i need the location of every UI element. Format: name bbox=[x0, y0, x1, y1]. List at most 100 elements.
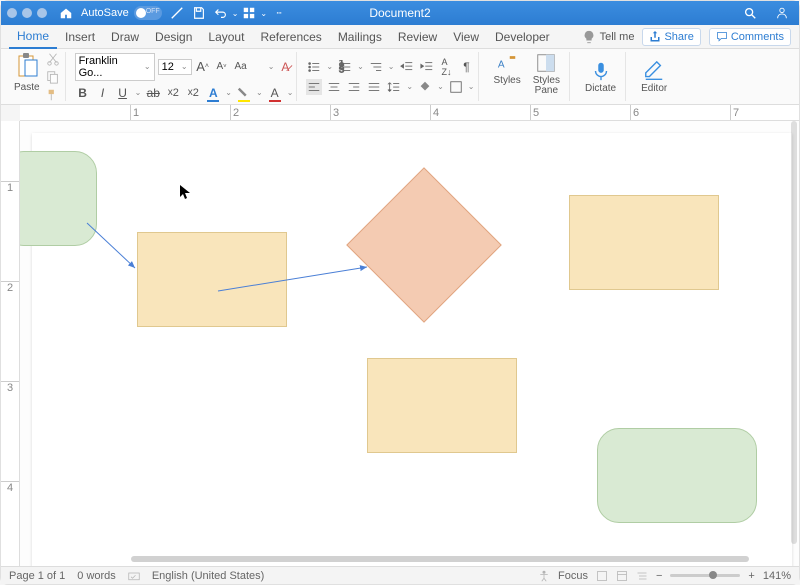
font-size-select[interactable]: 12⌄ bbox=[158, 59, 192, 75]
autosave[interactable]: AutoSave bbox=[81, 6, 162, 20]
highlight-chevron[interactable]: ⌄ bbox=[256, 88, 263, 97]
numbering-chev[interactable]: ⌄ bbox=[357, 62, 364, 71]
comments-button[interactable]: Comments bbox=[709, 28, 791, 46]
italic-button[interactable]: I bbox=[95, 85, 111, 101]
paste-icon[interactable] bbox=[15, 52, 39, 80]
drawing-canvas[interactable] bbox=[32, 133, 792, 566]
vertical-scrollbar[interactable] bbox=[791, 121, 797, 544]
undo-icon[interactable] bbox=[214, 6, 228, 20]
numbering-icon[interactable]: 123 bbox=[337, 59, 353, 75]
tab-draw[interactable]: Draw bbox=[103, 26, 147, 48]
align-right-icon[interactable] bbox=[346, 79, 362, 95]
search-icon[interactable] bbox=[743, 6, 757, 20]
rect-shape[interactable] bbox=[137, 232, 287, 327]
line-icon[interactable] bbox=[170, 6, 184, 20]
share-button[interactable]: Share bbox=[642, 28, 700, 46]
grid-icon[interactable] bbox=[242, 6, 256, 20]
increase-font-icon[interactable]: A˄ bbox=[195, 59, 211, 75]
page-indicator[interactable]: Page 1 of 1 bbox=[9, 570, 65, 582]
justify-icon[interactable] bbox=[366, 79, 382, 95]
tab-home[interactable]: Home bbox=[9, 25, 57, 49]
highlight-icon[interactable] bbox=[236, 85, 252, 101]
font-color-icon[interactable]: A bbox=[267, 85, 283, 101]
max-dot[interactable] bbox=[37, 8, 47, 18]
view-web-icon[interactable] bbox=[616, 570, 628, 582]
tab-review[interactable]: Review bbox=[390, 26, 445, 48]
multi-chev[interactable]: ⌄ bbox=[388, 62, 395, 71]
rounded-rect-shape[interactable] bbox=[20, 151, 97, 246]
save-icon[interactable] bbox=[192, 6, 206, 20]
font-name-select[interactable]: Franklin Go...⌄ bbox=[75, 53, 155, 81]
outdent-icon[interactable] bbox=[399, 59, 415, 75]
sort-icon[interactable]: AZ↓ bbox=[439, 59, 455, 75]
word-count[interactable]: 0 words bbox=[77, 570, 116, 582]
language-indicator[interactable]: English (United States) bbox=[152, 570, 265, 582]
copy-icon[interactable] bbox=[46, 70, 60, 84]
account-icon[interactable] bbox=[775, 6, 789, 20]
horizontal-scrollbar[interactable] bbox=[131, 556, 749, 562]
tab-view[interactable]: View bbox=[445, 26, 487, 48]
window-controls[interactable] bbox=[7, 8, 47, 18]
vertical-ruler[interactable]: 1 2 3 4 bbox=[1, 121, 20, 566]
grid-chevron[interactable]: ⌄ bbox=[260, 9, 267, 18]
min-dot[interactable] bbox=[22, 8, 32, 18]
tab-references[interactable]: References bbox=[252, 26, 329, 48]
zoom-level[interactable]: 141% bbox=[763, 570, 791, 582]
styles-pane-button[interactable]: Styles Pane bbox=[527, 52, 566, 101]
accessibility-icon[interactable] bbox=[538, 570, 550, 582]
effects-chevron[interactable]: ⌄ bbox=[225, 88, 232, 97]
line-spacing-icon[interactable] bbox=[386, 79, 402, 95]
underline-button[interactable]: U bbox=[115, 85, 131, 101]
multilevel-icon[interactable] bbox=[368, 59, 384, 75]
editor-button[interactable]: Editor bbox=[635, 60, 673, 94]
zoom-in[interactable]: + bbox=[748, 570, 754, 582]
spacing-chev[interactable]: ⌄ bbox=[406, 82, 413, 91]
tab-design[interactable]: Design bbox=[147, 26, 200, 48]
indent-icon[interactable] bbox=[419, 59, 435, 75]
borders-chev[interactable]: ⌄ bbox=[468, 82, 475, 91]
format-painter-icon[interactable] bbox=[46, 88, 60, 102]
autosave-toggle[interactable] bbox=[134, 6, 162, 20]
bullets-icon[interactable] bbox=[306, 59, 322, 75]
clear-format-icon[interactable]: A̷ bbox=[277, 59, 293, 75]
borders-icon[interactable] bbox=[448, 79, 464, 95]
pilcrow-icon[interactable]: ¶ bbox=[459, 59, 475, 75]
tab-developer[interactable]: Developer bbox=[487, 26, 558, 48]
change-case-icon[interactable]: Aa bbox=[233, 59, 249, 75]
horizontal-ruler[interactable]: 1 2 3 4 5 6 7 bbox=[20, 105, 799, 121]
diamond-shape[interactable] bbox=[346, 167, 502, 323]
home-icon[interactable] bbox=[59, 6, 73, 20]
bullets-chev[interactable]: ⌄ bbox=[326, 62, 333, 71]
styles-button[interactable]: AStyles bbox=[488, 52, 527, 101]
shading-chev[interactable]: ⌄ bbox=[437, 82, 444, 91]
text-effects-icon[interactable]: A bbox=[205, 85, 221, 101]
dictate-button[interactable]: Dictate bbox=[579, 60, 622, 94]
page[interactable] bbox=[32, 133, 792, 566]
subscript-button[interactable]: x2 bbox=[165, 85, 181, 101]
undo-chevron[interactable]: ⌄ bbox=[232, 9, 239, 18]
rounded-rect-shape[interactable] bbox=[597, 428, 757, 523]
focus-mode[interactable]: Focus bbox=[558, 570, 588, 582]
zoom-out[interactable]: − bbox=[656, 570, 662, 582]
paste-label[interactable]: Paste bbox=[14, 82, 40, 93]
rect-shape[interactable] bbox=[569, 195, 719, 290]
strike-button[interactable]: ab bbox=[145, 85, 161, 101]
bold-button[interactable]: B bbox=[75, 85, 91, 101]
view-print-icon[interactable] bbox=[596, 570, 608, 582]
font-color-chevron[interactable]: ⌄ bbox=[287, 88, 294, 97]
view-outline-icon[interactable] bbox=[636, 570, 648, 582]
align-left-icon[interactable] bbox=[306, 79, 322, 95]
decrease-font-icon[interactable]: A˅ bbox=[214, 59, 230, 75]
tab-layout[interactable]: Layout bbox=[200, 26, 252, 48]
shading-icon[interactable] bbox=[417, 79, 433, 95]
align-center-icon[interactable] bbox=[326, 79, 342, 95]
spellcheck-icon[interactable] bbox=[128, 570, 140, 582]
case-chevron[interactable]: ⌄ bbox=[268, 62, 275, 71]
more-icon[interactable]: ··· bbox=[271, 6, 285, 20]
tell-me[interactable]: Tell me bbox=[582, 30, 635, 44]
underline-chevron[interactable]: ⌄ bbox=[135, 88, 142, 97]
rect-shape[interactable] bbox=[367, 358, 517, 453]
zoom-slider[interactable] bbox=[670, 574, 740, 577]
document-area[interactable] bbox=[20, 121, 799, 566]
tab-mailings[interactable]: Mailings bbox=[330, 26, 390, 48]
